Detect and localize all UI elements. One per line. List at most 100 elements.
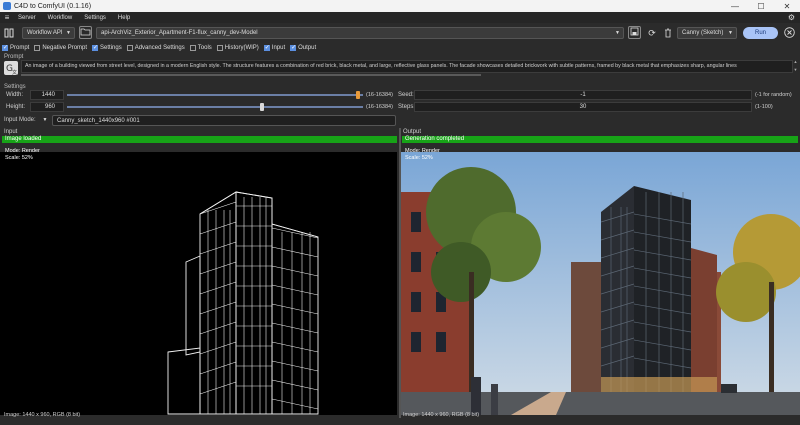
- pause-icon[interactable]: [2, 23, 16, 43]
- output-canvas[interactable]: [401, 152, 800, 415]
- height-label: Height:: [6, 104, 26, 110]
- steps-input[interactable]: 30: [414, 102, 752, 112]
- toggle-input[interactable]: Input: [263, 44, 286, 51]
- steps-label: Steps:: [398, 104, 416, 110]
- minimize-button[interactable]: —: [722, 2, 748, 11]
- toggle-settings[interactable]: Settings: [92, 44, 122, 51]
- checkbox[interactable]: [126, 45, 133, 51]
- chevron-down-icon: ▼: [66, 30, 71, 36]
- menu-item-settings[interactable]: Settings: [84, 15, 106, 21]
- sketch-line: [271, 322, 319, 334]
- sketch-line: [271, 246, 319, 258]
- seed-input[interactable]: -1: [414, 90, 752, 100]
- height-range-hint: (16-16384): [366, 104, 393, 110]
- menu-item-workflow[interactable]: Workflow: [48, 15, 73, 21]
- seed-hint: (-1 for random): [755, 92, 792, 98]
- output-panel-header: Output: [403, 129, 422, 135]
- sketch-line: [271, 284, 319, 296]
- prompt-scrollbar[interactable]: ▲ ▼: [793, 60, 798, 73]
- close-circle-icon[interactable]: [782, 23, 796, 43]
- menu-item-help[interactable]: Help: [118, 15, 130, 21]
- chevron-down-icon[interactable]: ▼: [40, 115, 50, 125]
- toggle-label: Output: [298, 45, 317, 51]
- sketch-line: [199, 341, 237, 355]
- checkbox[interactable]: [92, 44, 98, 51]
- toggle-negative-prompt[interactable]: Negative Prompt: [34, 45, 87, 51]
- trash-icon[interactable]: [661, 23, 675, 43]
- toggle-label: Settings: [100, 45, 122, 51]
- steps-hint: (1-100): [755, 104, 773, 110]
- prompt-textarea[interactable]: An image of a building viewed from stree…: [21, 60, 793, 73]
- sketch-line: [199, 261, 237, 275]
- checkbox[interactable]: [290, 44, 296, 51]
- menu-item-server[interactable]: Server: [18, 15, 36, 21]
- slider-handle[interactable]: [260, 103, 264, 111]
- sketch-line: [271, 360, 319, 372]
- window-controls: — ☐ ✕: [722, 2, 800, 11]
- output-image-info: Image: 1440 x 960, RGB (8 bit): [403, 412, 480, 418]
- open-folder-icon[interactable]: [79, 26, 92, 39]
- settings-section-label: Settings: [4, 84, 26, 90]
- seed-label: Seed:: [398, 92, 414, 98]
- sketch-line: [271, 227, 319, 239]
- chevron-down-icon: ▼: [728, 30, 733, 36]
- save-icon[interactable]: [628, 26, 641, 39]
- width-range-hint: (16-16384): [366, 92, 393, 98]
- prompt-horizontal-scrollbar[interactable]: [21, 74, 481, 76]
- height-slider[interactable]: [67, 102, 363, 112]
- input-status-bar: Image loaded: [2, 136, 397, 143]
- hamburger-menu-icon[interactable]: ≡: [0, 13, 14, 22]
- sketch-line: [199, 381, 237, 395]
- toggle-label: History(WIP): [224, 45, 259, 51]
- sketch-line: [199, 361, 237, 375]
- svg-text:文: 文: [12, 69, 17, 75]
- refresh-icon[interactable]: ⟳: [645, 23, 659, 43]
- toggle-tools[interactable]: Tools: [189, 45, 212, 51]
- checkbox[interactable]: [189, 45, 196, 51]
- input-panel-header: Input: [4, 129, 18, 135]
- checkbox[interactable]: [216, 45, 223, 51]
- slider-track: [67, 94, 363, 96]
- toggle-prompt[interactable]: Prompt: [2, 44, 30, 51]
- toggle-label: Tools: [197, 45, 212, 51]
- workflow-file-select[interactable]: api-ArchViz_Exterior_Apartment-F1-flux_c…: [96, 27, 624, 39]
- run-button[interactable]: Run: [743, 27, 778, 39]
- input-mode-label: Input Mode:: [4, 117, 36, 123]
- maximize-button[interactable]: ☐: [748, 2, 774, 11]
- output-scale-overlay: Scale: 52%: [405, 155, 433, 161]
- slider-handle[interactable]: [356, 91, 360, 99]
- app-icon: [3, 2, 11, 10]
- sketch-line: [199, 221, 237, 235]
- sketch-line: [271, 341, 319, 353]
- toggle-advanced-settings[interactable]: Advanced Settings: [126, 45, 185, 51]
- checkbox[interactable]: [34, 45, 41, 51]
- toggle-history[interactable]: History(WIP): [216, 45, 259, 51]
- workflow-mode-select[interactable]: Workflow API ▼: [22, 27, 75, 39]
- control-mode-value: Canny (Sketch): [682, 30, 724, 36]
- menu-bar: ≡ Server Workflow Settings Help ⚙: [0, 12, 800, 23]
- width-label: Width:: [6, 92, 24, 98]
- width-slider[interactable]: [67, 90, 363, 100]
- width-input[interactable]: 1440: [30, 90, 64, 100]
- sketch-line: [199, 281, 237, 295]
- height-input[interactable]: 960: [30, 102, 64, 112]
- gear-icon[interactable]: ⚙: [788, 13, 795, 22]
- checkbox[interactable]: [263, 44, 270, 51]
- sketch-line: [271, 303, 319, 315]
- input-canvas[interactable]: [0, 152, 397, 415]
- input-mode-select[interactable]: Canny_sketch_1440x960 #001: [52, 115, 396, 126]
- checkbox[interactable]: [2, 44, 8, 51]
- title-bar: C4D to ComfyUI (0.1.16) — ☐ ✕: [0, 0, 800, 12]
- prompt-translate-icon[interactable]: G文: [4, 61, 18, 76]
- toggle-output[interactable]: Output: [290, 44, 317, 51]
- toggle-label: Prompt: [10, 45, 30, 51]
- toggle-label: Input: [271, 45, 286, 51]
- close-button[interactable]: ✕: [774, 2, 800, 11]
- input-scale-overlay: Scale: 52%: [5, 155, 33, 161]
- toggle-label: Negative Prompt: [42, 45, 88, 51]
- control-mode-select[interactable]: Canny (Sketch) ▼: [677, 27, 737, 39]
- panel-toggles: Prompt Negative Prompt Settings Advanced…: [0, 43, 800, 53]
- window-title: C4D to ComfyUI (0.1.16): [14, 2, 92, 10]
- sketch-line: [199, 201, 237, 215]
- slider-track: [67, 106, 363, 108]
